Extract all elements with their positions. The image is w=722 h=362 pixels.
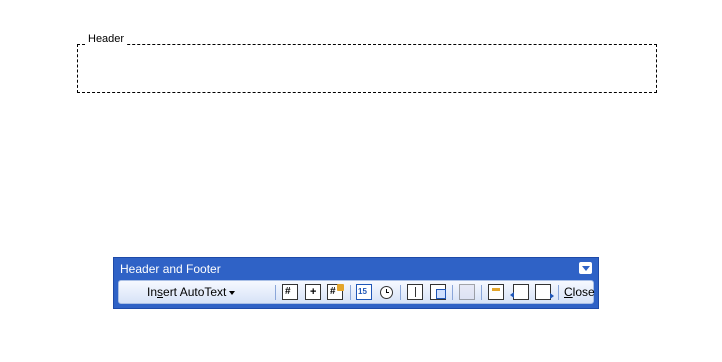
toolbar-body: Insert AutoText Close bbox=[118, 280, 595, 304]
separator bbox=[275, 285, 276, 300]
close-button[interactable]: Close bbox=[564, 285, 595, 299]
insert-date-icon[interactable] bbox=[356, 284, 372, 300]
insert-autotext-button[interactable]: Insert AutoText bbox=[147, 285, 236, 299]
show-hide-document-text-icon[interactable] bbox=[430, 284, 446, 300]
insert-time-icon[interactable] bbox=[380, 286, 393, 299]
toolbar-titlebar[interactable]: Header and Footer bbox=[114, 258, 598, 278]
page-setup-icon[interactable] bbox=[407, 284, 423, 300]
close-label-rest: lose bbox=[572, 285, 595, 299]
chevron-down-icon bbox=[229, 290, 236, 295]
insert-page-number-icon[interactable] bbox=[282, 284, 298, 300]
insert-autotext-label-post: ert AutoText bbox=[163, 285, 227, 299]
separator bbox=[350, 285, 351, 300]
separator bbox=[481, 285, 482, 300]
show-next-icon[interactable] bbox=[535, 284, 554, 300]
format-page-number-icon[interactable] bbox=[327, 284, 344, 300]
separator bbox=[558, 285, 559, 300]
toolbar-title: Header and Footer bbox=[120, 262, 221, 276]
separator bbox=[452, 285, 453, 300]
switch-header-footer-icon[interactable] bbox=[488, 284, 504, 300]
toolbar-options-dropdown-icon[interactable] bbox=[579, 262, 592, 274]
link-to-previous-icon[interactable] bbox=[459, 284, 475, 300]
insert-autotext-label-pre: In bbox=[147, 285, 158, 299]
header-footer-toolbar: Header and Footer Insert AutoText Close bbox=[113, 257, 599, 309]
separator bbox=[400, 285, 401, 300]
close-label-accelerator: C bbox=[564, 285, 573, 299]
header-region[interactable] bbox=[77, 44, 657, 93]
header-label: Header bbox=[86, 33, 127, 46]
show-previous-icon[interactable] bbox=[510, 284, 529, 300]
insert-number-of-pages-icon[interactable] bbox=[305, 284, 321, 300]
